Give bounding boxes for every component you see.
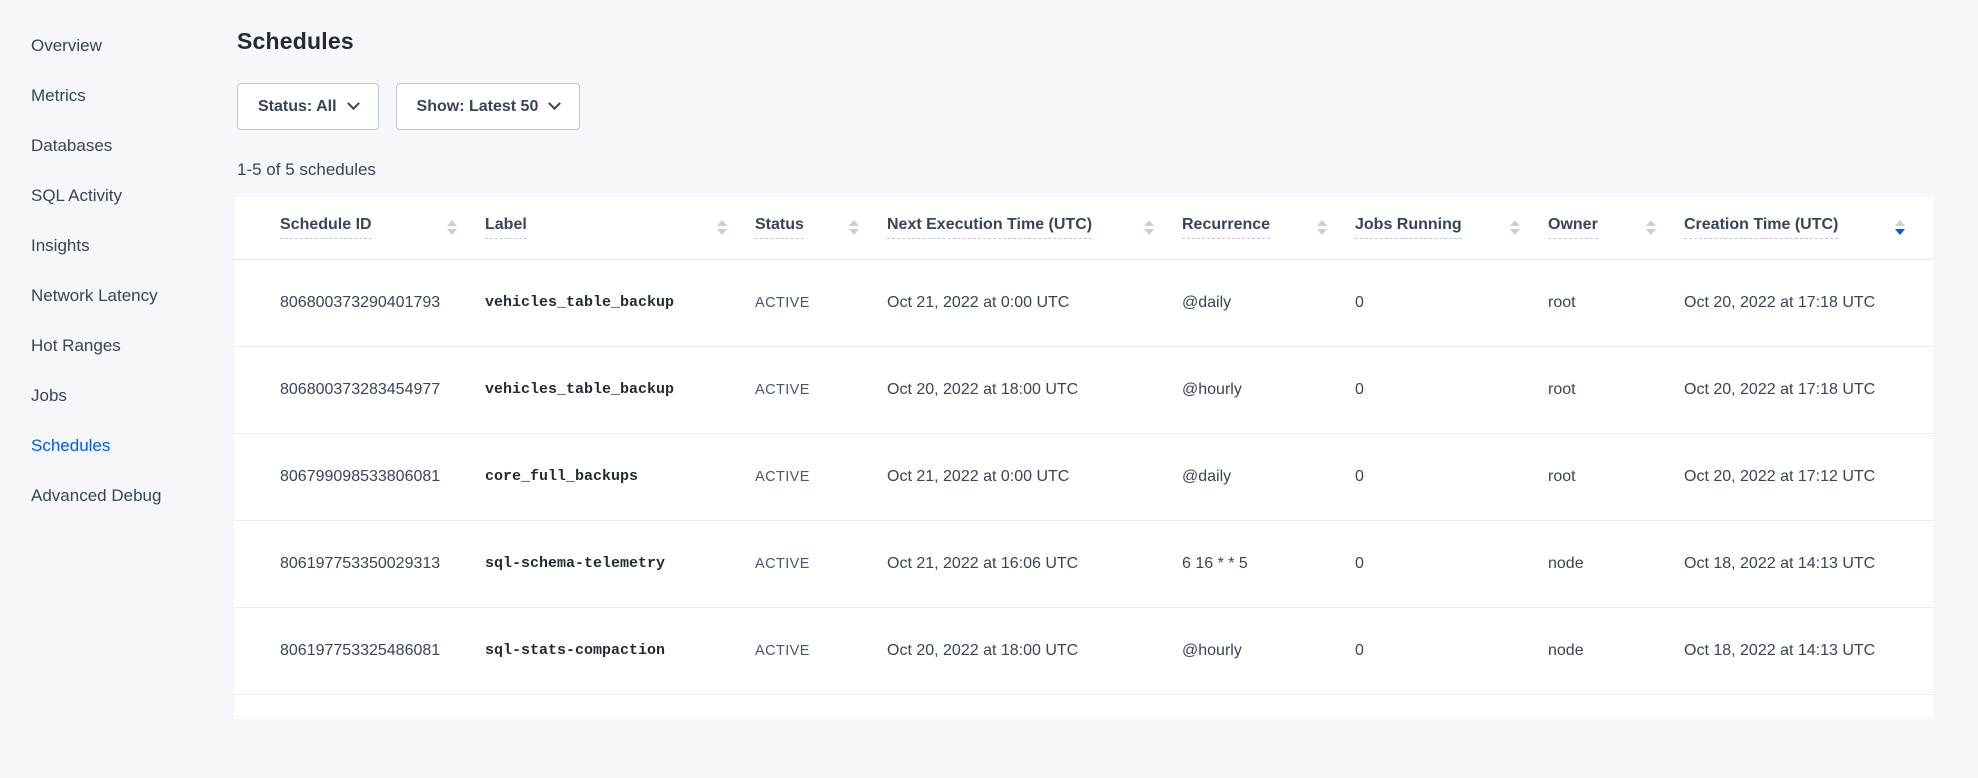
column-label: Owner — [1548, 216, 1598, 239]
sidebar-item-schedules[interactable]: Schedules — [31, 421, 221, 471]
sidebar-item-network-latency[interactable]: Network Latency — [31, 271, 221, 321]
schedules-table: Schedule ID Label Status Next Execution … — [234, 197, 1933, 695]
cell-owner: node — [1548, 607, 1684, 694]
page-title: Schedules — [237, 28, 354, 55]
sidebar-item-sql-activity[interactable]: SQL Activity — [31, 171, 221, 221]
cell-schedule-id: 806197753325486081 — [234, 607, 485, 694]
cell-recurrence: 6 16 * * 5 — [1182, 520, 1355, 607]
column-header-status[interactable]: Status — [755, 197, 887, 259]
cell-owner: root — [1548, 259, 1684, 346]
sidebar-item-insights[interactable]: Insights — [31, 221, 221, 271]
show-filter-label: Show: Latest 50 — [417, 98, 539, 116]
cell-creation-time: Oct 18, 2022 at 14:13 UTC — [1684, 520, 1933, 607]
sort-icon[interactable] — [1144, 220, 1154, 235]
column-header-owner[interactable]: Owner — [1548, 197, 1684, 259]
results-summary: 1-5 of 5 schedules — [237, 160, 376, 180]
cell-status: ACTIVE — [755, 433, 887, 520]
cell-jobs-running: 0 — [1355, 433, 1548, 520]
cell-label: sql-schema-telemetry — [485, 520, 755, 607]
cell-status: ACTIVE — [755, 520, 887, 607]
table-row: 806197753325486081 sql-stats-compaction … — [234, 607, 1933, 694]
cell-recurrence: @daily — [1182, 259, 1355, 346]
sort-icon[interactable] — [1646, 220, 1656, 235]
table-row: 806800373283454977 vehicles_table_backup… — [234, 346, 1933, 433]
column-label: Schedule ID — [280, 216, 372, 239]
column-label: Recurrence — [1182, 216, 1270, 239]
column-label: Label — [485, 216, 527, 239]
cell-owner: node — [1548, 520, 1684, 607]
sidebar-item-advanced-debug[interactable]: Advanced Debug — [31, 471, 221, 521]
sidebar-item-metrics[interactable]: Metrics — [31, 71, 221, 121]
cell-schedule-id: 806800373290401793 — [234, 259, 485, 346]
status-filter-label: Status: All — [258, 98, 337, 116]
table-row: 806197753350029313 sql-schema-telemetry … — [234, 520, 1933, 607]
cell-creation-time: Oct 20, 2022 at 17:18 UTC — [1684, 259, 1933, 346]
column-label: Creation Time (UTC) — [1684, 216, 1838, 239]
sort-icon[interactable] — [1510, 220, 1520, 235]
cell-schedule-id: 806799098533806081 — [234, 433, 485, 520]
column-header-schedule-id[interactable]: Schedule ID — [234, 197, 485, 259]
sidebar-item-databases[interactable]: Databases — [31, 121, 221, 171]
cell-owner: root — [1548, 433, 1684, 520]
cell-label: vehicles_table_backup — [485, 346, 755, 433]
cell-jobs-running: 0 — [1355, 259, 1548, 346]
sidebar-nav: Overview Metrics Databases SQL Activity … — [31, 21, 221, 521]
cell-jobs-running: 0 — [1355, 520, 1548, 607]
cell-schedule-id: 806800373283454977 — [234, 346, 485, 433]
cell-status: ACTIVE — [755, 259, 887, 346]
table-row: 806799098533806081 core_full_backups ACT… — [234, 433, 1933, 520]
sort-icon[interactable] — [1317, 220, 1327, 235]
column-header-creation-time[interactable]: Creation Time (UTC) — [1684, 197, 1933, 259]
column-label: Status — [755, 216, 804, 239]
cell-status: ACTIVE — [755, 607, 887, 694]
sort-icon[interactable] — [717, 220, 727, 235]
cell-creation-time: Oct 18, 2022 at 14:13 UTC — [1684, 607, 1933, 694]
cell-jobs-running: 0 — [1355, 607, 1548, 694]
sidebar-item-hot-ranges[interactable]: Hot Ranges — [31, 321, 221, 371]
schedules-table-card: Schedule ID Label Status Next Execution … — [234, 197, 1933, 719]
cell-label: core_full_backups — [485, 433, 755, 520]
cell-next-execution: Oct 21, 2022 at 0:00 UTC — [887, 433, 1182, 520]
cell-next-execution: Oct 21, 2022 at 16:06 UTC — [887, 520, 1182, 607]
chevron-down-icon — [548, 97, 561, 110]
cell-creation-time: Oct 20, 2022 at 17:18 UTC — [1684, 346, 1933, 433]
cell-status: ACTIVE — [755, 346, 887, 433]
cell-schedule-id: 806197753350029313 — [234, 520, 485, 607]
sidebar-item-jobs[interactable]: Jobs — [31, 371, 221, 421]
column-header-jobs-running[interactable]: Jobs Running — [1355, 197, 1548, 259]
cell-next-execution: Oct 20, 2022 at 18:00 UTC — [887, 607, 1182, 694]
cell-label: sql-stats-compaction — [485, 607, 755, 694]
sort-icon[interactable] — [849, 220, 859, 235]
chevron-down-icon — [347, 97, 360, 110]
cell-recurrence: @hourly — [1182, 346, 1355, 433]
sort-icon[interactable] — [447, 220, 457, 235]
column-label: Jobs Running — [1355, 216, 1462, 239]
table-row: 806800373290401793 vehicles_table_backup… — [234, 259, 1933, 346]
column-label: Next Execution Time (UTC) — [887, 216, 1092, 239]
table-header-row: Schedule ID Label Status Next Execution … — [234, 197, 1933, 259]
cell-label: vehicles_table_backup — [485, 259, 755, 346]
cell-owner: root — [1548, 346, 1684, 433]
cell-creation-time: Oct 20, 2022 at 17:12 UTC — [1684, 433, 1933, 520]
schedules-page: Overview Metrics Databases SQL Activity … — [0, 0, 1978, 778]
status-filter-dropdown[interactable]: Status: All — [237, 83, 379, 130]
cell-recurrence: @hourly — [1182, 607, 1355, 694]
filter-bar: Status: All Show: Latest 50 — [237, 83, 580, 130]
sidebar-item-overview[interactable]: Overview — [31, 21, 221, 71]
column-header-recurrence[interactable]: Recurrence — [1182, 197, 1355, 259]
cell-jobs-running: 0 — [1355, 346, 1548, 433]
column-header-next-execution-time[interactable]: Next Execution Time (UTC) — [887, 197, 1182, 259]
cell-next-execution: Oct 21, 2022 at 0:00 UTC — [887, 259, 1182, 346]
cell-next-execution: Oct 20, 2022 at 18:00 UTC — [887, 346, 1182, 433]
show-filter-dropdown[interactable]: Show: Latest 50 — [396, 83, 581, 130]
cell-recurrence: @daily — [1182, 433, 1355, 520]
column-header-label[interactable]: Label — [485, 197, 755, 259]
sort-desc-icon[interactable] — [1895, 220, 1905, 235]
